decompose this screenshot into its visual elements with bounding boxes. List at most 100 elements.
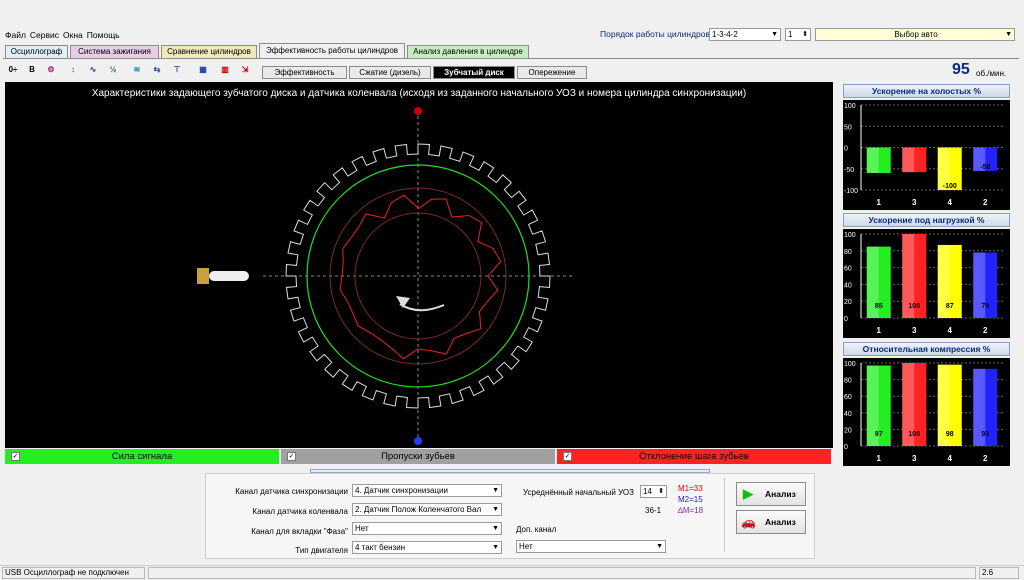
tab-cylinder-compare[interactable]: Сравнение цилиндров <box>161 45 257 58</box>
spinner-icon: ⬍ <box>658 488 664 495</box>
data-label: 100 <box>908 303 920 310</box>
legend-pitch-deviation[interactable]: ✓ Отклонение шага зубьев <box>557 449 831 464</box>
analyze-auto-label: Анализ <box>765 517 796 527</box>
sensor-body-icon <box>197 268 209 284</box>
tick-label: 40 <box>844 282 852 289</box>
legend-missing-teeth[interactable]: ✓ Пропуски зубьев <box>281 449 555 464</box>
rpm-value: 95 <box>952 61 970 78</box>
scale-icon[interactable]: ↕ <box>66 63 80 77</box>
tab-pressure-analysis[interactable]: Анализ давления в цилиндре <box>407 45 529 58</box>
bar-svg: 100 80 60 40 20 0 97 1 100 3 98 4 93 2 <box>844 361 1003 463</box>
chevron-down-icon: ▼ <box>656 543 663 550</box>
menu-help[interactable]: Помощь <box>87 30 120 40</box>
legend-label: Сила сигнала <box>111 451 173 462</box>
sync-channel-select[interactable]: 4. Датчик синхронизации ▼ <box>352 484 502 497</box>
uoz-spinner[interactable]: 14 ⬍ <box>640 485 667 498</box>
checkbox-checked-icon[interactable]: ✓ <box>287 452 296 461</box>
cylinder-label: 4 <box>948 198 953 207</box>
tick-label: 80 <box>844 378 852 385</box>
cylinder-label: 2 <box>983 454 988 463</box>
auto-select-dropdown[interactable]: Выбор авто ▼ <box>815 28 1015 41</box>
legend-label: Отклонение шага зубьев <box>639 451 749 462</box>
filter-icon[interactable]: ≋ <box>130 63 144 77</box>
cylinder-label: 1 <box>877 454 882 463</box>
legend-signal-strength[interactable]: ✓ Сила сигнала <box>5 449 279 464</box>
subtab-efficiency[interactable]: Эффективность <box>262 66 347 79</box>
teeth-count: 36-1 <box>645 506 662 515</box>
spinner-icon: ⬍ <box>802 31 808 38</box>
menu-windows[interactable]: Окна <box>63 30 83 40</box>
car-icon: 🚗 <box>741 515 756 529</box>
bar-highlight <box>866 147 879 173</box>
checkbox-checked-icon[interactable]: ✓ <box>563 452 572 461</box>
extra-channel-select[interactable]: Нет ▼ <box>516 540 666 553</box>
marker-icon[interactable]: ⊤ <box>170 63 184 77</box>
subtab-compression[interactable]: Сжатие (дизель) <box>349 66 431 79</box>
cylinder-order-value: 1-3-4-2 <box>712 30 738 39</box>
cylinder-number-spinner[interactable]: 1 ⬍ <box>785 28 811 41</box>
chevron-down-icon: ▼ <box>771 31 778 38</box>
engine-type-select[interactable]: 4 такт бензин ▼ <box>352 541 502 554</box>
cursor-icon[interactable]: 0÷ <box>6 63 20 77</box>
tab-oscilloscope[interactable]: Осциллограф <box>5 45 68 58</box>
cylinder-label: 4 <box>948 454 953 463</box>
phase-channel-select[interactable]: Нет ▼ <box>352 522 502 535</box>
tooth-disc-chart[interactable]: Характеристики задающего зубчатого диска… <box>5 82 833 448</box>
legend-label: Пропуски зубьев <box>381 451 455 462</box>
data-label: 85 <box>875 303 883 310</box>
load-acceleration-chart: 100 80 60 40 20 0 85 1 100 3 87 4 78 2 <box>843 229 1010 338</box>
m2-value: M2=15 <box>678 495 703 504</box>
panel-title: Ускорение под нагрузкой % <box>843 213 1010 227</box>
bar-chart-icon[interactable]: ▥ <box>218 63 232 77</box>
subtab-advance[interactable]: Опережение <box>517 66 587 79</box>
panel-title: Ускорение на холостых % <box>843 84 1010 98</box>
cylinder-label: 2 <box>983 198 988 207</box>
splitter-handle[interactable] <box>310 469 710 473</box>
tick-label: -50 <box>844 167 854 174</box>
panel-title: Относительная компрессия % <box>843 342 1010 356</box>
chart-903-icon[interactable]: ▦ <box>196 63 210 77</box>
rotation-arrow-icon <box>399 303 445 312</box>
cylinder-order-select[interactable]: 1-3-4-2 ▼ <box>709 28 781 41</box>
subtab-tooth-disc[interactable]: Зубчатый диск <box>433 66 515 79</box>
tick-label: 100 <box>844 361 856 368</box>
menu-service[interactable]: Сервис <box>30 30 59 40</box>
tick-label: 60 <box>844 266 852 273</box>
auto-select-value: Выбор авто <box>894 30 938 39</box>
data-label: 100 <box>908 431 920 438</box>
delta-m-value: ∆M=18 <box>678 506 704 515</box>
crank-channel-value: 2. Датчик Полож Коленчатого Вал <box>355 505 482 514</box>
data-label: 87 <box>946 303 954 310</box>
disc-graphic <box>197 107 575 445</box>
tick-label: 60 <box>844 394 852 401</box>
menu-file[interactable]: Файл <box>5 30 26 40</box>
bold-b-icon[interactable]: B <box>25 63 39 77</box>
phase-channel-value: Нет <box>355 524 369 533</box>
sensor-probe-icon <box>209 271 249 281</box>
extra-channel-label: Доп. канал <box>516 525 557 534</box>
algorithm-icon[interactable]: ½ <box>106 63 120 77</box>
tick-label: 100 <box>844 103 856 110</box>
bar-svg: 100 50 0 -50 -100 1 3 -100 4 -50 2 <box>844 103 1003 207</box>
export-icon[interactable]: ⇲ <box>238 63 252 77</box>
fft-icon[interactable]: ⇆ <box>150 63 164 77</box>
wave-icon[interactable]: ∿ <box>86 63 100 77</box>
bar-svg: 100 80 60 40 20 0 85 1 100 3 87 4 78 2 <box>844 232 1003 335</box>
data-label: -100 <box>943 183 957 190</box>
checkbox-checked-icon[interactable]: ✓ <box>11 452 20 461</box>
rpm-gear-icon[interactable]: ⚙ <box>44 63 58 77</box>
tick-label: 0 <box>844 146 848 153</box>
extra-channel-value: Нет <box>519 542 533 551</box>
tab-cylinder-efficiency[interactable]: Эффективность работы цилиндров <box>259 43 405 59</box>
tab-ignition[interactable]: Система зажигания <box>70 45 159 58</box>
analyze-auto-button[interactable]: 🚗 Анализ <box>736 510 806 534</box>
cylinder-label: 4 <box>948 326 953 335</box>
analyze-label: Анализ <box>765 489 796 499</box>
crank-channel-select[interactable]: 2. Датчик Полож Коленчатого Вал ▼ <box>352 503 502 516</box>
tick-label: 0 <box>844 444 848 451</box>
data-label: 98 <box>946 431 954 438</box>
menu-bar: Файл Сервис Окна Помощь <box>0 28 120 42</box>
disc-group <box>197 107 575 445</box>
analyze-button[interactable]: ▶ Анализ <box>736 482 806 506</box>
cylinder-number-value: 1 <box>788 30 793 39</box>
